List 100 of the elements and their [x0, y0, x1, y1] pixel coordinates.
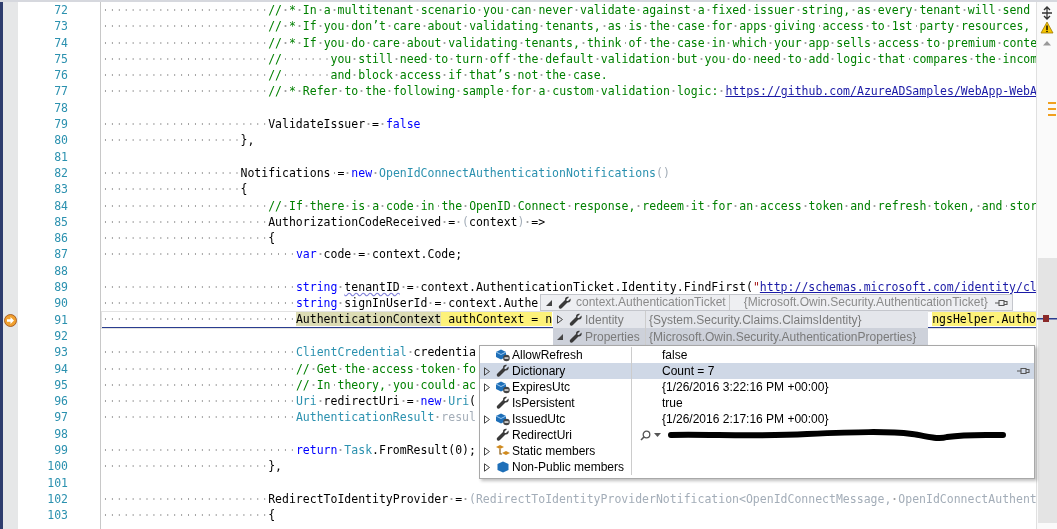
member-name: AllowRefresh: [512, 348, 583, 362]
expand-arrow-icon[interactable]: [483, 414, 491, 424]
line-number: 76: [53, 67, 69, 84]
wrench-icon: [496, 364, 510, 378]
code-line: string signInUserId = context.Authe: [102, 295, 539, 312]
line-number: 100: [46, 458, 69, 475]
line-number: 91: [53, 311, 69, 328]
pin-icon[interactable]: [1016, 366, 1030, 376]
static-members-icon: [495, 444, 511, 458]
member-value: false: [662, 348, 688, 362]
expand-arrow-icon[interactable]: [556, 315, 564, 324]
member-row[interactable]: RedirectUri: [480, 427, 1034, 443]
line-number: 87: [53, 246, 69, 263]
line-number: 93: [53, 344, 69, 361]
line-number: 73: [53, 18, 69, 35]
code-line: // In theory, you could ac: [102, 376, 476, 394]
member-value: true: [662, 396, 683, 410]
expand-arrow-icon[interactable]: [483, 462, 491, 472]
code-line: // If there is a code in the OpenID Connect response, redeem it for an access token and refresh token, and stor: [102, 197, 1038, 214]
wrench-icon: [569, 329, 583, 344]
member-name: Identity: [585, 312, 624, 327]
wrench-icon: [496, 428, 510, 442]
code-line: },: [102, 132, 255, 149]
line-number: 74: [53, 34, 69, 51]
line-number: 94: [53, 360, 69, 377]
member-row[interactable]: Static members: [480, 443, 1034, 459]
variable-value: {Microsoft.Owin.Security.AuthenticationTicket}: [743, 295, 988, 310]
code-line: ClientCredential credentia: [102, 344, 476, 361]
variable-name: context.AuthenticationTicket: [574, 295, 730, 310]
line-number: 75: [53, 50, 69, 68]
wrench-icon: [496, 396, 510, 410]
line-number: 97: [53, 409, 69, 426]
member-row[interactable]: IsPersistent true: [480, 395, 1034, 411]
expand-arrow-icon[interactable]: [483, 366, 491, 376]
code-line: // * In a multitenant scenario you can never validate against a fixed issuer string, as every tenant will send: [102, 2, 1031, 19]
code-line: // and block access if that’s not the case.: [102, 67, 608, 84]
code-line: AuthenticationContext authContext = n: [102, 311, 553, 328]
code-line: AuthorizationCodeReceived = (context) =>: [102, 213, 546, 231]
line-number: 85: [53, 213, 69, 231]
member-value: {System.Security.Claims.ClaimsIdentity}: [649, 312, 862, 327]
expand-arrow-icon[interactable]: [483, 382, 491, 392]
locked-property-icon: [495, 348, 511, 362]
line-number: 103: [46, 507, 69, 524]
line-number: 98: [53, 425, 69, 442]
collapse-arrow-icon[interactable]: [545, 298, 553, 307]
code-line: // * If you do care about validating tenants, think of the case in which your app sells access to premium conte: [102, 34, 1038, 51]
code-line: },: [102, 458, 283, 475]
line-number: 84: [53, 197, 69, 214]
code-line: string tenantID = context.AuthenticationTicket.Identity.FindFirst("http://schemas.microsoft.com/identity/cl: [102, 279, 1037, 296]
code-line: {: [102, 181, 248, 198]
line-number: 81: [53, 148, 69, 165]
locked-property-icon: [495, 380, 511, 394]
line-number: 88: [53, 262, 69, 280]
member-name: IsPersistent: [512, 396, 575, 410]
member-value: {1/26/2016 2:17:16 PM +00:00}: [662, 412, 829, 426]
code-line: {: [102, 230, 276, 247]
member-name: Properties: [585, 329, 640, 344]
scrollbar-thumb[interactable]: [1038, 258, 1057, 523]
code-line: // Get the access token fo: [102, 360, 476, 377]
code-line: var code = context.Code;: [102, 246, 463, 263]
warning-icon: [1040, 21, 1054, 34]
code-line: {: [102, 507, 276, 524]
pin-icon[interactable]: [993, 297, 1008, 308]
member-row[interactable]: ExpiresUtc {1/26/2016 3:22:16 PM +00:00}: [480, 379, 1034, 395]
member-value: Count = 7: [662, 364, 715, 378]
current-line-marker-icon: [1037, 315, 1057, 322]
line-number: 72: [53, 2, 69, 19]
member-name: IssuedUtc: [512, 412, 566, 426]
member-row[interactable]: Dictionary Count = 7: [480, 363, 1034, 379]
line-number: 80: [53, 132, 69, 149]
member-row[interactable]: Non-Public members: [480, 459, 1034, 475]
wrench-icon: [569, 312, 583, 327]
line-number: 92: [53, 327, 69, 345]
member-value: {1/26/2016 3:22:16 PM +00:00}: [662, 380, 829, 394]
member-row[interactable]: IssuedUtc {1/26/2016 2:17:16 PM +00:00}: [480, 411, 1034, 427]
code-line: AuthenticationResult resul: [102, 409, 476, 426]
wrench-icon: [558, 295, 572, 310]
line-number: 101: [46, 474, 69, 491]
line-number: 102: [46, 490, 69, 508]
split-icon[interactable]: [1040, 6, 1054, 20]
code-line: // * If you don’t care about validating tenants, as is the case for apps giving access to 1st party resources,: [102, 18, 1031, 35]
class-members-icon: [496, 460, 510, 474]
code-line: Uri redirectUri = new Uri(: [102, 393, 476, 410]
line-number: 77: [53, 83, 69, 100]
member-name: Static members: [512, 444, 596, 458]
search-icon[interactable]: [640, 429, 651, 441]
line-number: 78: [53, 99, 69, 117]
locked-property-icon: [495, 412, 511, 426]
member-name: Non-Public members: [512, 460, 625, 474]
line-number: 89: [53, 279, 69, 296]
line-number: 82: [53, 164, 69, 182]
dropdown-caret-icon[interactable]: [654, 433, 661, 437]
code-line: RedirectToIdentityProvider = (RedirectToIdentityProviderNotification<OpenIdConnectMessage, OpenIdConnectAuthent: [102, 490, 1037, 508]
collapse-arrow-icon[interactable]: [556, 332, 564, 341]
scroll-up-arrow-icon[interactable]: [1042, 40, 1052, 46]
line-number: 95: [53, 376, 69, 394]
member-name: Dictionary: [512, 364, 566, 378]
line-number: 90: [53, 295, 69, 312]
member-value: {Microsoft.Owin.Security.AuthenticationProperties}: [649, 329, 917, 344]
expand-arrow-icon[interactable]: [483, 446, 491, 456]
